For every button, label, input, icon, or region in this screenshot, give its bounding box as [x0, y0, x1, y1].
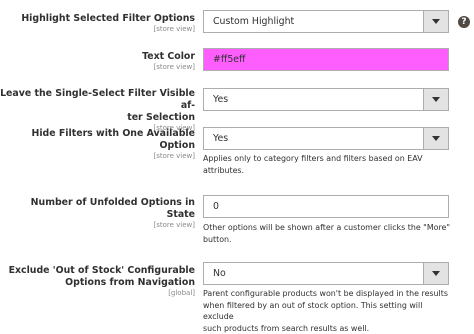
scope-label: [store view]: [153, 221, 195, 229]
dropdown-button[interactable]: [423, 89, 448, 110]
exclude-oos-select[interactable]: No: [203, 262, 449, 285]
dropdown-button[interactable]: [423, 11, 448, 32]
scope-label: [store view]: [153, 63, 195, 71]
hide-filters-label: Hide Filters with One Available Option […: [0, 128, 196, 160]
leave-visible-select[interactable]: Yes: [203, 88, 449, 111]
dropdown-button[interactable]: [423, 263, 448, 284]
scope-label: [store view]: [153, 152, 195, 160]
unfolded-label: Number of Unfolded Options in State [sto…: [0, 197, 195, 229]
leave-visible-label: Leave the Single-Select Filter Visible a…: [0, 88, 195, 132]
exclude-oos-label: Exclude 'Out of Stock' Configurable Opti…: [0, 265, 195, 297]
hide-filters-note: Applies only to category filters and fil…: [203, 154, 423, 175]
select-value: Yes: [213, 133, 229, 144]
scope-label: [global]: [168, 289, 195, 297]
chevron-down-icon: [432, 97, 440, 102]
dropdown-button[interactable]: [423, 128, 448, 149]
text-color-label: Text Color [store view]: [0, 51, 195, 71]
highlight-filter-label: Highlight Selected Filter Options [store…: [0, 13, 195, 33]
select-value: Yes: [213, 94, 229, 105]
scope-label: [store view]: [153, 25, 195, 33]
select-value: Custom Highlight: [213, 16, 295, 27]
unfolded-note: Other options will be shown after a cust…: [203, 223, 451, 244]
highlight-filter-select[interactable]: Custom Highlight: [203, 10, 449, 33]
chevron-down-icon: [432, 271, 440, 276]
unfolded-input[interactable]: 0: [203, 195, 449, 218]
help-icon[interactable]: ?: [458, 16, 470, 28]
chevron-down-icon: [432, 19, 440, 24]
text-color-input[interactable]: #ff5eff: [203, 48, 449, 71]
hide-filters-select[interactable]: Yes: [203, 127, 449, 150]
exclude-oos-note: Parent configurable products won't be di…: [203, 289, 448, 333]
select-value: No: [213, 268, 226, 279]
chevron-down-icon: [432, 136, 440, 141]
